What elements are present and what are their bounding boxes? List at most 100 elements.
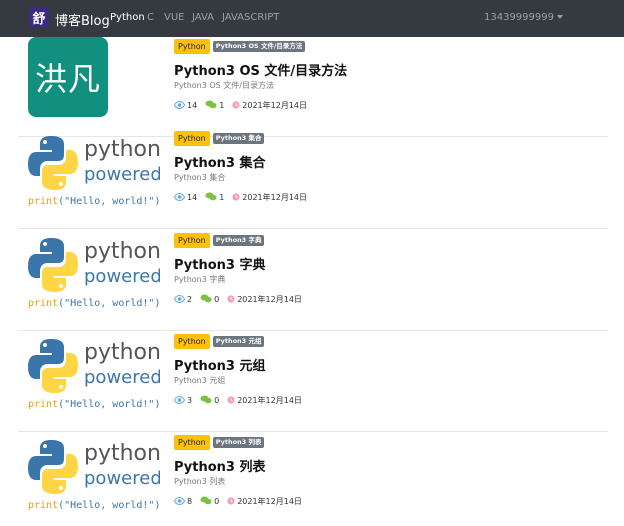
nav-link-python[interactable]: Python — [110, 12, 145, 23]
view-count-value: 2 — [187, 295, 193, 304]
category-badge[interactable]: Python — [174, 435, 210, 450]
comment-icon — [200, 496, 212, 507]
publish-date-value: 2021年12月14日 — [237, 396, 302, 405]
article-tags: Python Python3 OS 文件/目录方法 — [174, 39, 306, 54]
nav-link-vue[interactable]: VUE — [164, 12, 184, 23]
article-tags: Python Python3 元组 — [174, 334, 265, 349]
site-brand[interactable]: 博客Blog — [55, 10, 110, 29]
nav-link-java[interactable]: JAVA — [192, 12, 214, 23]
clock-icon — [227, 294, 235, 305]
python-snake-eye — [43, 140, 47, 144]
python-powered-logo: pythonpowered print("Hello, world!") — [28, 440, 162, 511]
eye-icon — [173, 395, 186, 406]
article-item[interactable]: python powered print("Hello, world!") Pytho… — [18, 230, 608, 331]
python-snake-eye — [59, 385, 63, 389]
publish-date: 2021年12月14日 — [227, 294, 302, 305]
comment-icon — [205, 192, 217, 203]
article-thumbnail[interactable]: python powered print("Hello, world!") — [28, 337, 162, 417]
publish-date: 2021年12月14日 — [232, 100, 307, 111]
article-meta: 14 1 2021年12月14日 — [173, 100, 315, 111]
eye-icon — [173, 496, 186, 507]
article-meta: 3 0 2021年12月14日 — [173, 395, 310, 406]
article-tags: Python Python3 集合 — [174, 131, 265, 146]
category-badge[interactable]: Python — [174, 131, 210, 146]
publish-date-value: 2021年12月14日 — [237, 295, 302, 304]
category-badge[interactable]: Python — [174, 233, 210, 248]
article-thumbnail[interactable]: python powered print("Hello, world!") — [28, 438, 162, 518]
python-logo-code: print("Hello, world!") — [28, 399, 160, 410]
python-logo-line2: powered — [84, 468, 160, 489]
python-logo-line1: python — [84, 441, 160, 466]
article-title[interactable]: Python3 字典 — [174, 254, 265, 273]
article-tags: Python Python3 列表 — [174, 435, 265, 450]
publish-date-value: 2021年12月14日 — [242, 101, 307, 110]
python-logo-code: print("Hello, world!") — [28, 500, 160, 511]
view-count: 14 — [173, 100, 197, 111]
article-title[interactable]: Python3 集合 — [174, 152, 265, 171]
article-meta: 2 0 2021年12月14日 — [173, 294, 310, 305]
hongfan-logo[interactable]: 洪凡 — [28, 37, 108, 117]
comment-icon — [200, 294, 212, 305]
article-meta: 8 0 2021年12月14日 — [173, 496, 310, 507]
article-description: Python3 集合 — [174, 173, 226, 182]
view-count: 2 — [173, 294, 193, 305]
python-powered-logo: pythonpowered print("Hello, world!") — [28, 238, 162, 309]
eye-icon — [173, 192, 186, 203]
article-thumbnail[interactable]: python powered print("Hello, world!") — [28, 134, 162, 214]
article-description: Python3 OS 文件/目录方法 — [174, 81, 274, 90]
article-title[interactable]: Python3 列表 — [174, 456, 265, 475]
comment-count: 0 — [200, 496, 219, 507]
python-logo-code: print("Hello, world!") — [28, 196, 160, 207]
article-thumbnail[interactable]: python powered print("Hello, world!") — [28, 236, 162, 316]
publish-date-value: 2021年12月14日 — [242, 193, 307, 202]
tag-badge[interactable]: Python3 列表 — [212, 437, 265, 448]
user-dropdown[interactable]: 13439999999 — [484, 12, 563, 23]
python-snake-eye — [43, 444, 47, 448]
article-tags: Python Python3 字典 — [174, 233, 265, 248]
python-snake-eye — [43, 343, 47, 347]
top-navbar: 舒 博客Blog Python C VUE JAVA JAVASCRIPT 13… — [0, 0, 624, 37]
comment-count-value: 0 — [214, 497, 220, 506]
view-count: 14 — [173, 192, 197, 203]
clock-icon — [227, 496, 235, 507]
python-logo-code: print("Hello, world!") — [28, 298, 160, 309]
article-title[interactable]: Python3 OS 文件/目录方法 — [174, 60, 347, 79]
article-item[interactable]: python powered print("Hello, world!") Pytho… — [18, 432, 608, 526]
article-description: Python3 元组 — [174, 376, 226, 385]
article-item[interactable]: python powered print("Hello, world!") Pytho… — [18, 128, 608, 229]
caret-down-icon — [557, 15, 563, 19]
category-badge[interactable]: Python — [174, 39, 210, 54]
tag-badge[interactable]: Python3 字典 — [212, 235, 265, 246]
python-snake-eye — [59, 284, 63, 288]
python-logo-line1: python — [84, 340, 160, 365]
site-logo[interactable]: 舒 — [29, 7, 49, 28]
comment-count-value: 0 — [214, 295, 220, 304]
tag-badge[interactable]: Python3 OS 文件/目录方法 — [212, 41, 306, 52]
article-title[interactable]: Python3 元组 — [174, 355, 265, 374]
comment-count: 0 — [200, 294, 219, 305]
publish-date: 2021年12月14日 — [232, 192, 307, 203]
article-meta: 14 1 2021年12月14日 — [173, 192, 315, 203]
tag-badge[interactable]: Python3 集合 — [212, 133, 265, 144]
eye-icon — [173, 294, 186, 305]
article-description: Python3 列表 — [174, 477, 226, 486]
comment-count-value: 1 — [219, 101, 225, 110]
comment-icon — [205, 100, 217, 111]
python-powered-logo: pythonpowered print("Hello, world!") — [28, 339, 162, 410]
article-item[interactable]: 洪凡 Python Python3 OS 文件/目录方法 Python3 OS 文件/… — [18, 36, 608, 137]
user-phone: 13439999999 — [484, 12, 554, 23]
clock-icon — [227, 395, 235, 406]
category-badge[interactable]: Python — [174, 334, 210, 349]
tag-badge[interactable]: Python3 元组 — [212, 336, 265, 347]
clock-icon — [232, 192, 240, 203]
nav-link-c[interactable]: C — [147, 12, 154, 23]
comment-count: 1 — [205, 192, 224, 203]
nav-link-javascript[interactable]: JAVASCRIPT — [222, 12, 279, 23]
comment-count: 0 — [200, 395, 219, 406]
article-item[interactable]: python powered print("Hello, world!") Pytho… — [18, 331, 608, 432]
eye-icon — [173, 100, 186, 111]
publish-date: 2021年12月14日 — [227, 496, 302, 507]
python-powered-logo: pythonpowered print("Hello, world!") — [28, 136, 162, 207]
python-logo-line1: python — [84, 239, 160, 264]
view-count: 8 — [173, 496, 192, 507]
